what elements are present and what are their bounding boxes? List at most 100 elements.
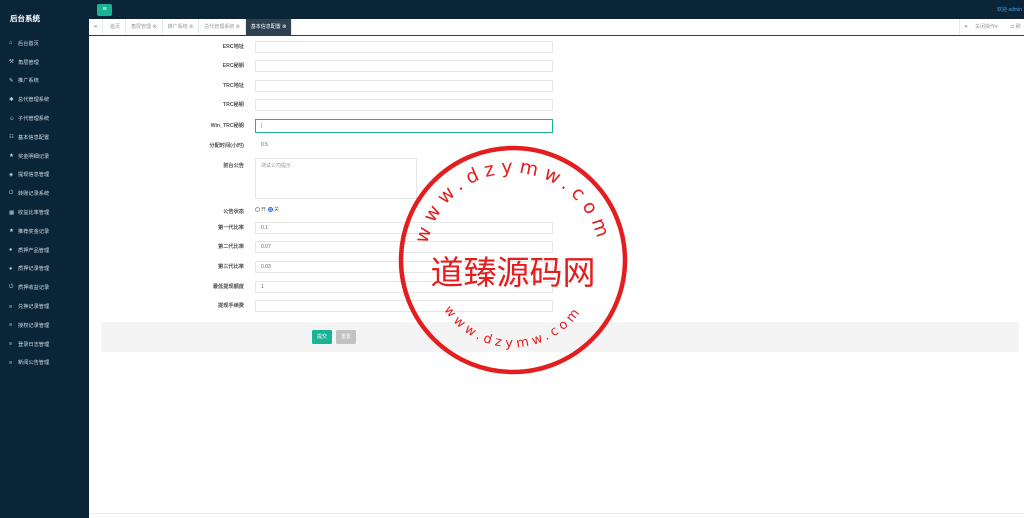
list-icon: ≡: [9, 341, 13, 348]
rate2-input[interactable]: 0.07: [255, 241, 553, 253]
sidebar-item-16[interactable]: ≡ 登录日志管理: [0, 335, 89, 354]
user-icon: ●: [9, 265, 13, 272]
dist-time-label: 分配时间(小时): [209, 143, 244, 149]
sidebar-item-label: 登录日志管理: [18, 341, 50, 348]
rate2-label: 第二代比率: [218, 244, 244, 250]
users-icon: ☺: [9, 115, 15, 122]
rate1-label: 第一代比率: [218, 225, 244, 231]
sidebar-item-11[interactable]: ● 质押产品管理: [0, 241, 89, 260]
power-icon: ⏻: [9, 190, 14, 197]
sidebar-item-label: 质押收益记录: [18, 285, 50, 292]
sidebar-item-label: 子代管理系统: [18, 116, 50, 123]
close-operations-dropdown[interactable]: 关闭操作▾: [975, 19, 998, 35]
top-bar: ≡ 欢迎 admin: [89, 0, 1024, 19]
sidebar-item-2[interactable]: ✎ 推广系统: [0, 72, 89, 91]
list-icon: ≡: [9, 359, 13, 366]
tab-scroll-right-icon[interactable]: »: [959, 19, 972, 35]
list-icon: ≡: [9, 322, 13, 329]
sidebar-item-label: 质押记录管理: [18, 266, 50, 273]
notice-status-radio-group: 开 关: [255, 206, 279, 213]
tab-list: 首页 角层管理 ⊗ 推广系统 ⊗ 总代管理系统 ⊗ 基本信息配置 ⊗: [105, 19, 293, 35]
submit-button[interactable]: 提交: [312, 330, 333, 344]
sidebar-item-label: 提现信息管理: [18, 172, 50, 179]
sidebar-item-label: 推广系统: [18, 78, 39, 85]
erc-key-label: ERC秘钥: [222, 63, 244, 69]
sidebar-item-14[interactable]: ≡ 兑换记录管理: [0, 297, 89, 316]
rate3-input[interactable]: 0.03: [255, 261, 553, 273]
sidebar-item-12[interactable]: ● 质押记录管理: [0, 260, 89, 279]
hamburger-icon: ≡: [102, 6, 107, 13]
sidebar-item-10[interactable]: ★ 推荐奖金记录: [0, 222, 89, 241]
win-trc-key-label: Win_TRC秘钥: [210, 123, 244, 129]
file-icon: ☷: [9, 134, 14, 141]
edit-icon: ✎: [9, 77, 14, 84]
home-icon: ⌂: [9, 40, 13, 47]
trc-address-input[interactable]: [255, 80, 553, 92]
star-icon: ★: [9, 228, 14, 235]
tab-bar: « 首页 角层管理 ⊗ 推广系统 ⊗ 总代管理系统 ⊗ 基本信息配置 ⊗ » 关闭操作▾…: [89, 19, 1024, 36]
notice-status-radio-close[interactable]: [268, 207, 274, 212]
sidebar-item-7[interactable]: ◈ 提现信息管理: [0, 166, 89, 185]
sidebar-item-4[interactable]: ☺ 子代管理系统: [0, 109, 89, 128]
form-actions: 提交 重置: [101, 322, 1019, 352]
sidebar-item-label: 奖金明细记录: [18, 153, 50, 160]
min-withdraw-input[interactable]: 1: [255, 281, 553, 293]
sidebar-item-0[interactable]: ⌂ 后台首页: [0, 34, 89, 53]
sidebar-item-1[interactable]: ⚒ 角层管理: [0, 53, 89, 72]
star-icon: ★: [9, 153, 14, 160]
notice-status-open-label: 开: [261, 207, 267, 213]
withdraw-fee-input[interactable]: [255, 300, 553, 312]
sidebar-item-label: 基本信息配置: [18, 134, 50, 141]
sidebar-item-label: 总代管理系统: [18, 97, 50, 104]
trc-key-input[interactable]: [255, 99, 553, 111]
brand-title: 后台系统: [10, 14, 40, 23]
tab-4[interactable]: 基本信息配置 ⊗: [245, 19, 293, 35]
withdraw-fee-label: 提现手续费: [218, 303, 244, 309]
erc-address-input[interactable]: [255, 41, 553, 53]
rate3-label: 第三代比率: [218, 264, 244, 270]
chat-icon: ●: [9, 247, 13, 254]
list-icon: ≡: [9, 303, 13, 310]
dist-time-value[interactable]: 0.5: [261, 142, 268, 148]
win-trc-key-input[interactable]: |: [255, 119, 553, 133]
sidebar-item-13[interactable]: ⏻ 质押收益记录: [0, 278, 89, 297]
rate1-input[interactable]: 0.1: [255, 222, 553, 234]
tab-3[interactable]: 总代管理系统 ⊗: [199, 19, 246, 35]
sidebar-item-5[interactable]: ☷ 基本信息配置: [0, 128, 89, 147]
trc-key-label: TRC秘钥: [222, 102, 244, 108]
notice-status-label: 公告状态: [223, 209, 244, 215]
wrench-icon: ⚒: [9, 59, 14, 66]
notice-textarea[interactable]: 测试公司提示: [255, 158, 417, 199]
asterisk-icon: ✱: [9, 96, 14, 103]
footer-divider: [89, 513, 1024, 514]
refresh-button[interactable]: ⇄ 刷: [1010, 19, 1021, 35]
sidebar-item-label: 转账记录系统: [18, 191, 50, 198]
sidebar-item-6[interactable]: ★ 奖金明细记录: [0, 147, 89, 166]
sidebar-item-label: 推荐奖金记录: [18, 228, 50, 235]
menu-toggle-button[interactable]: ≡: [97, 4, 112, 16]
notice-label: 前台公告: [223, 163, 244, 169]
tag-icon: ◈: [9, 171, 14, 178]
welcome-text[interactable]: 欢迎 admin: [997, 6, 1022, 13]
notice-status-close-label: 关: [274, 207, 280, 213]
sidebar-item-label: 兑换记录管理: [18, 304, 50, 311]
sidebar-menu: ⌂ 后台首页 ⚒ 角层管理 ✎ 推广系统 ✱ 总代管理系统 ☺ 子代管理系统 ☷ 基本信息配置 ★ 奖金明…: [0, 34, 89, 372]
config-form: ERC地址 ERC秘钥 TRC地址 TRC秘钥 Win_TRC秘钥 | 分配时间…: [89, 36, 1024, 518]
sidebar-item-label: 新闻公告管理: [18, 360, 50, 367]
tab-0[interactable]: 首页: [105, 19, 127, 35]
sidebar-item-label: 收益比率管理: [18, 210, 50, 217]
sidebar-item-3[interactable]: ✱ 总代管理系统: [0, 90, 89, 109]
tab-2[interactable]: 推广系统 ⊗: [163, 19, 200, 35]
sidebar-item-9[interactable]: ▦ 收益比率管理: [0, 203, 89, 222]
erc-key-input[interactable]: [255, 60, 553, 72]
tab-1[interactable]: 角层管理 ⊗: [126, 19, 163, 35]
sidebar-item-8[interactable]: ⏻ 转账记录系统: [0, 184, 89, 203]
reset-button[interactable]: 重置: [336, 330, 357, 344]
sidebar-item-15[interactable]: ≡ 授权记录管理: [0, 316, 89, 335]
sidebar: 后台系统 ⌂ 后台首页 ⚒ 角层管理 ✎ 推广系统 ✱ 总代管理系统 ☺ 子代管理系统 ☷ 基本信息配…: [0, 0, 89, 518]
trc-address-label: TRC地址: [222, 83, 244, 89]
notice-status-radio-open[interactable]: [255, 207, 260, 212]
erc-address-label: ERC地址: [222, 44, 244, 50]
tab-scroll-left-icon[interactable]: «: [89, 19, 103, 35]
sidebar-item-17[interactable]: ≡ 新闻公告管理: [0, 354, 89, 373]
